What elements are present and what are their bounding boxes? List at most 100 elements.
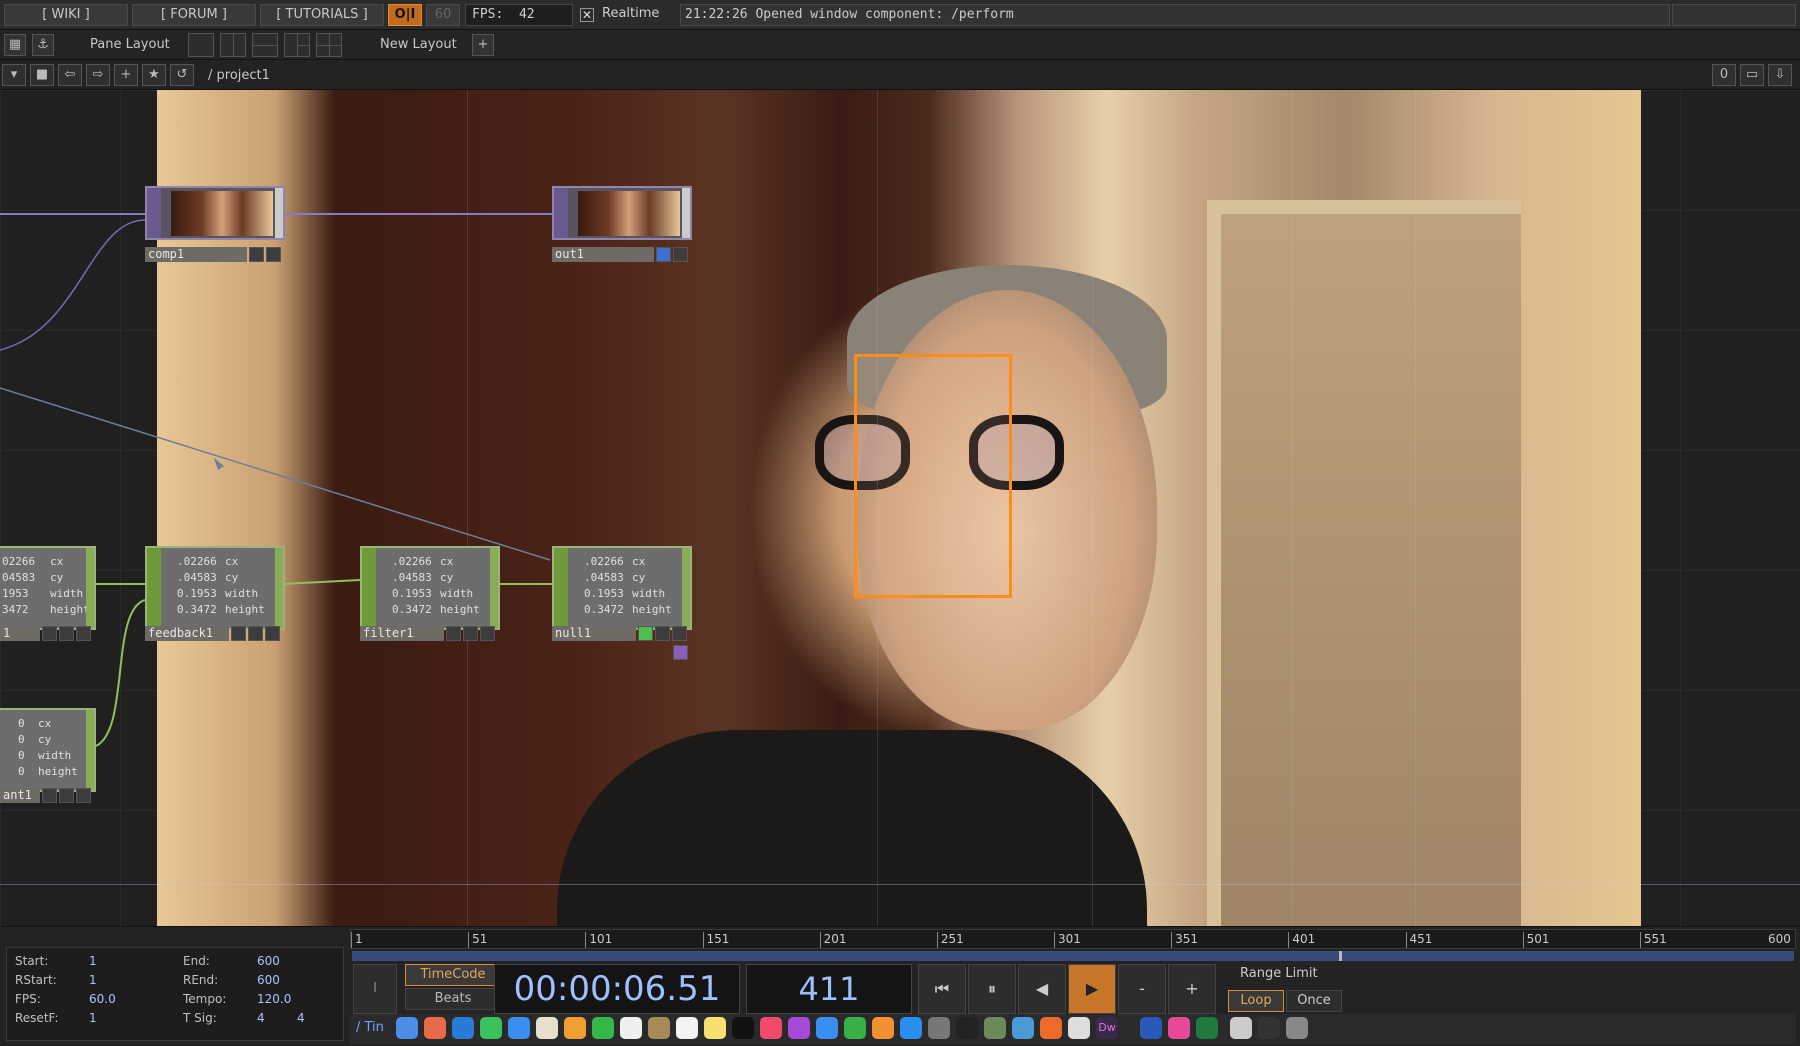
node-flag[interactable] <box>248 626 263 641</box>
image-icon[interactable]: ▦ <box>4 34 26 56</box>
contacts-icon[interactable] <box>648 1017 670 1039</box>
mail-icon[interactable] <box>508 1017 530 1039</box>
history-icon[interactable]: ↺ <box>170 64 194 86</box>
filter1-label[interactable]: filter1 <box>360 626 444 641</box>
constant1-label[interactable]: ant1 <box>0 788 40 803</box>
node-flag[interactable] <box>672 626 687 641</box>
reminders-icon[interactable] <box>676 1017 698 1039</box>
tsig-denominator[interactable]: 4 <box>297 1011 327 1030</box>
node-flag[interactable] <box>59 626 74 641</box>
start-value[interactable]: 1 <box>89 954 183 973</box>
node-flag[interactable] <box>446 626 461 641</box>
preview-icon[interactable] <box>1068 1017 1090 1039</box>
chrome-icon[interactable] <box>1168 1017 1190 1039</box>
node-flag[interactable] <box>76 626 91 641</box>
maps-icon[interactable] <box>536 1017 558 1039</box>
node-flag[interactable] <box>265 626 280 641</box>
left-chop-label[interactable]: 1 <box>0 626 40 641</box>
anchor-icon[interactable]: ⚓ <box>32 34 54 56</box>
pause-icon[interactable]: ⏸ <box>968 964 1016 1014</box>
node-flag[interactable] <box>673 247 688 262</box>
back-arrow-icon[interactable]: ⇦ <box>58 64 82 86</box>
step-back-icon[interactable]: ◀ <box>1018 964 1066 1014</box>
node-flag[interactable] <box>463 626 478 641</box>
minus-button[interactable]: - <box>1118 964 1166 1014</box>
document-icon[interactable] <box>1230 1017 1252 1039</box>
music-icon[interactable] <box>760 1017 782 1039</box>
layout-four[interactable] <box>316 33 342 57</box>
comp1-node[interactable] <box>145 186 285 240</box>
timeline-playhead[interactable] <box>1339 951 1342 961</box>
terminal-icon[interactable] <box>956 1017 978 1039</box>
oi-toggle[interactable]: O|I <box>388 4 422 26</box>
node-flag[interactable] <box>249 247 264 262</box>
node-flag[interactable] <box>59 788 74 803</box>
maximize-icon[interactable]: ▭ <box>1740 64 1764 86</box>
node-flag[interactable] <box>266 247 281 262</box>
feedback1-node[interactable]: .02266 cx .04583 cy 0.1953 width 0.3472 heig… <box>145 546 285 630</box>
word-icon[interactable] <box>1140 1017 1162 1039</box>
out1-node[interactable] <box>552 186 692 240</box>
download-icon[interactable]: ⇩ <box>1768 64 1792 86</box>
out1-label[interactable]: out1 <box>552 247 654 262</box>
timecode-toggle[interactable]: TimeCode <box>405 964 501 986</box>
plus-button[interactable]: + <box>1168 964 1216 1014</box>
finder-icon[interactable] <box>396 1017 418 1039</box>
notes-icon[interactable] <box>704 1017 726 1039</box>
once-toggle[interactable]: Once <box>1286 990 1342 1012</box>
wiki-button[interactable]: [ WIKI ] <box>4 4 128 26</box>
firefox-icon[interactable] <box>1040 1017 1062 1039</box>
timeline-range-bar[interactable] <box>352 951 1794 961</box>
safari-icon[interactable] <box>452 1017 474 1039</box>
calendar-icon[interactable] <box>620 1017 642 1039</box>
dreamweaver-icon[interactable]: Dw <box>1096 1017 1118 1039</box>
node-flag[interactable] <box>638 626 653 641</box>
breadcrumb[interactable]: / project1 <box>208 68 270 83</box>
star-icon[interactable]: ★ <box>142 64 166 86</box>
podcasts-icon[interactable] <box>788 1017 810 1039</box>
app-store-icon[interactable] <box>900 1017 922 1039</box>
facetime-icon[interactable] <box>592 1017 614 1039</box>
settings-icon[interactable] <box>928 1017 950 1039</box>
tutorials-button[interactable]: [ TUTORIALS ] <box>260 4 384 26</box>
chevron-down-icon[interactable]: ▾ <box>2 64 26 86</box>
stop-icon[interactable]: ■ <box>30 64 54 86</box>
node-flag[interactable] <box>42 626 57 641</box>
comp1-label[interactable]: comp1 <box>145 247 247 262</box>
plus-icon[interactable]: + <box>114 64 138 86</box>
node-flag[interactable] <box>76 788 91 803</box>
timeline-ruler[interactable]: 1 51 101 151 201 251 301 351 401 451 501 551 600 <box>350 929 1796 949</box>
rewind-icon[interactable]: ⏮ <box>918 964 966 1014</box>
pages-icon[interactable] <box>872 1017 894 1039</box>
realtime-checkbox[interactable]: ✕ <box>580 8 594 22</box>
tempo-value[interactable]: 120.0 <box>257 992 317 1011</box>
constant1-node[interactable]: 0 cx 0 cy 0 width 0 height <box>0 708 96 792</box>
null1-label[interactable]: null1 <box>552 626 636 641</box>
tsig-numerator[interactable]: 4 <box>257 1011 297 1030</box>
feedback1-label[interactable]: feedback1 <box>145 626 229 641</box>
layout-three[interactable] <box>284 33 310 57</box>
network-editor[interactable]: comp1 out1 02266 cx 04583 cy 1953 width 347… <box>0 90 1800 926</box>
cursor-icon[interactable]: I <box>353 964 397 1014</box>
fps-value[interactable]: 60.0 <box>89 992 183 1011</box>
node-flag[interactable] <box>231 626 246 641</box>
left-chop-node[interactable]: 02266 cx 04583 cy 1953 width 3472 height <box>0 546 96 630</box>
messages-icon[interactable] <box>480 1017 502 1039</box>
timeline-tab[interactable]: / Tin <box>356 1020 384 1035</box>
touchdesigner-icon[interactable] <box>984 1017 1006 1039</box>
layout-single[interactable] <box>188 33 214 57</box>
rstart-value[interactable]: 1 <box>89 973 183 992</box>
photos-icon[interactable] <box>564 1017 586 1039</box>
sixty-button[interactable]: 60 <box>426 4 460 26</box>
launchpad-icon[interactable] <box>424 1017 446 1039</box>
excel-icon[interactable] <box>1196 1017 1218 1039</box>
frame-display[interactable]: 411 <box>746 964 912 1014</box>
node-flag[interactable] <box>480 626 495 641</box>
filter1-node[interactable]: .02266 cx .04583 cy 0.1953 width 0.3472 heig… <box>360 546 500 630</box>
node-flag[interactable] <box>656 247 671 262</box>
layout-split-vertical[interactable] <box>220 33 246 57</box>
resetf-value[interactable]: 1 <box>89 1011 183 1030</box>
forum-button[interactable]: [ FORUM ] <box>132 4 256 26</box>
loop-toggle[interactable]: Loop <box>1228 990 1284 1012</box>
add-layout-button[interactable]: + <box>472 34 494 56</box>
